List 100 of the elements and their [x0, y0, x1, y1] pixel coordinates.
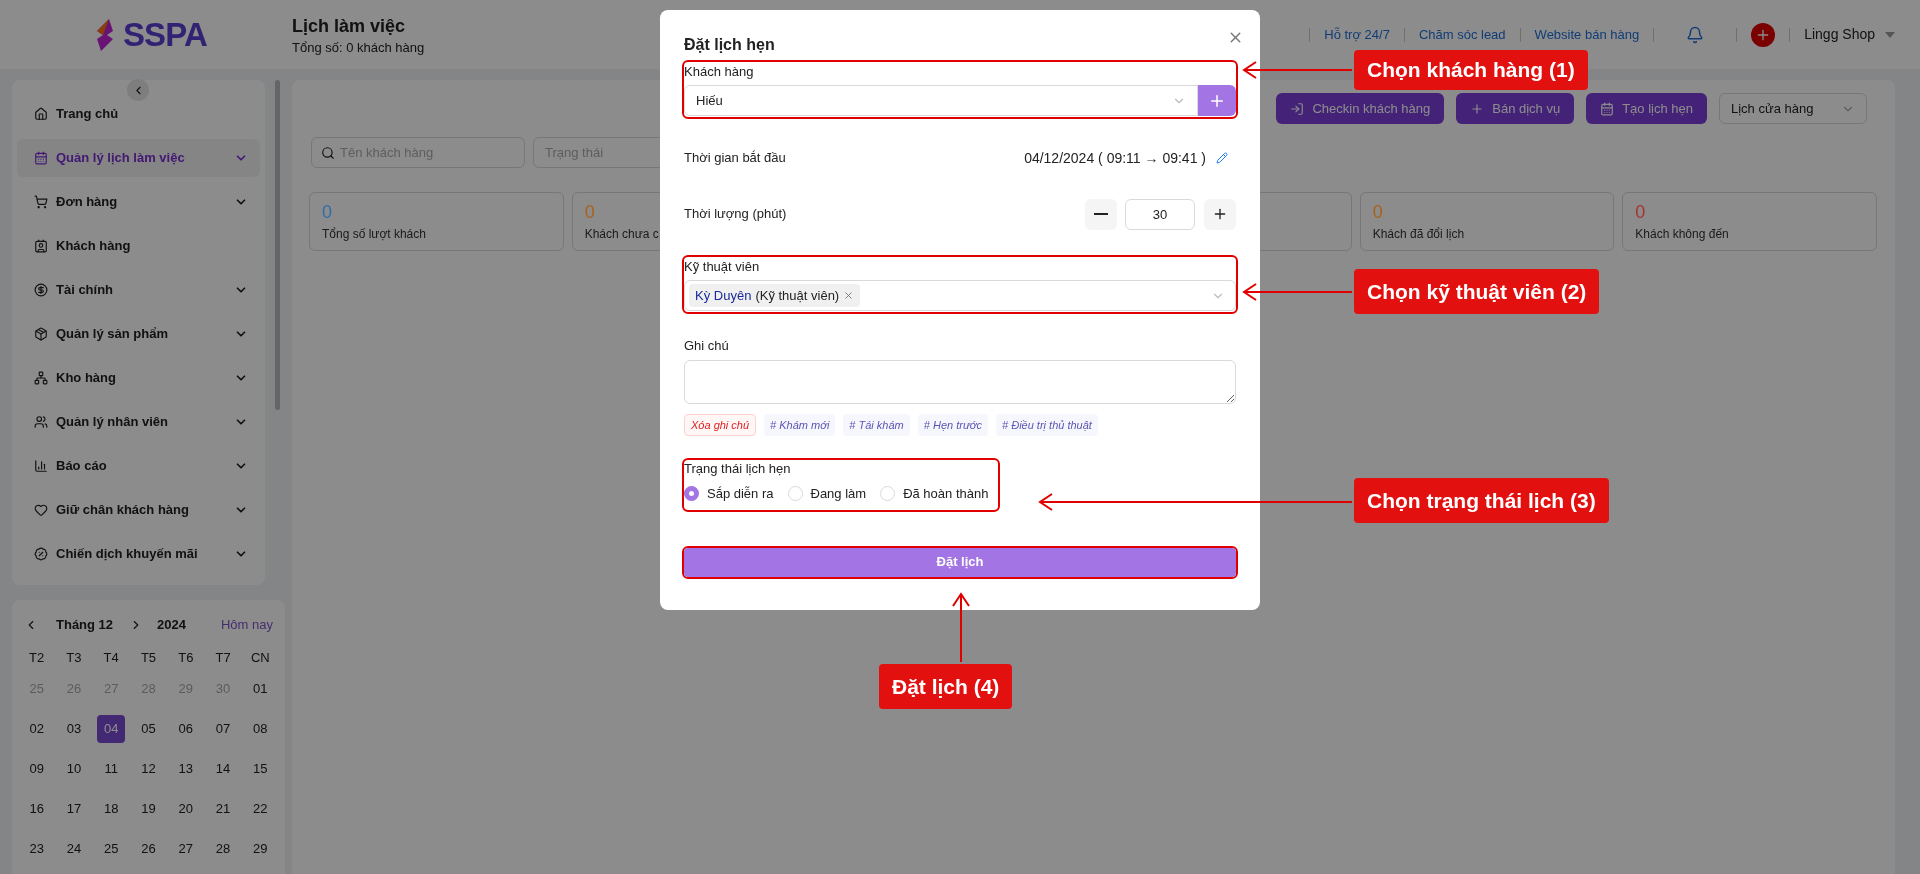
calendar-day[interactable]: 27 — [171, 835, 200, 863]
header-link[interactable]: Chăm sóc lead — [1418, 24, 1506, 45]
calendar-day[interactable]: 17 — [59, 795, 88, 823]
house-icon — [34, 107, 48, 121]
percent-badge-icon — [34, 547, 48, 561]
sidebar-item[interactable]: Đơn hàng — [17, 183, 260, 221]
add-button[interactable] — [1751, 22, 1776, 47]
field-label: Ghi chú — [684, 337, 730, 355]
weekday-label: T3 — [65, 649, 83, 667]
annotation-callout: Chọn trạng thái lịch (3) — [1354, 478, 1609, 523]
note-tag[interactable]: # Khám mới — [764, 414, 836, 436]
sidebar-item[interactable]: Giữ chân khách hàng — [17, 491, 260, 529]
page-title: Lịch làm việc — [292, 14, 407, 38]
status-radio[interactable]: Đang làm — [787, 484, 867, 504]
calendar-day[interactable]: 07 — [209, 715, 238, 743]
calendar-day[interactable]: 01 — [246, 675, 275, 703]
calendar-day[interactable]: 26 — [134, 835, 163, 863]
decrease-button[interactable] — [1085, 198, 1117, 230]
calendar-day[interactable]: 18 — [97, 795, 126, 823]
stat-value: 0 — [584, 201, 595, 224]
calendar-day[interactable]: 22 — [246, 795, 275, 823]
field-label: Trạng thái lịch hẹn — [684, 460, 792, 478]
weekday-label: CN — [249, 649, 271, 667]
view-select[interactable]: Lịch cửa hàng — [1719, 93, 1867, 124]
calendar-day[interactable]: 20 — [171, 795, 200, 823]
tag-role: (Kỹ thuật viên) — [755, 286, 840, 305]
plus-icon — [1212, 206, 1228, 222]
notification-bell-icon[interactable] — [1686, 25, 1705, 44]
calendar-day[interactable]: 11 — [97, 755, 126, 783]
calendar-day[interactable]: 08 — [246, 715, 275, 743]
calendar-day[interactable]: 09 — [22, 755, 51, 783]
dollar-icon — [34, 283, 48, 297]
calendar-day[interactable]: 12 — [134, 755, 163, 783]
collapse-button[interactable] — [127, 79, 149, 101]
weekday-label: T7 — [214, 649, 232, 667]
calendar-day[interactable]: 24 — [59, 835, 88, 863]
calendar-day[interactable]: 14 — [209, 755, 238, 783]
calendar-day[interactable]: 02 — [22, 715, 51, 743]
toolbar-button[interactable]: Tạo lịch hẹn — [1586, 93, 1707, 124]
annotation-callout: Chọn kỹ thuật viên (2) — [1354, 269, 1600, 314]
calendar-day[interactable]: 05 — [134, 715, 163, 743]
sidebar-item[interactable]: Chiến dịch khuyến mãi — [17, 535, 260, 573]
calendar-day[interactable]: 29 — [246, 835, 275, 863]
note-tag[interactable]: # Tái khám — [843, 414, 910, 436]
login-icon — [1290, 101, 1305, 116]
calendar-day[interactable]: 25 — [97, 835, 126, 863]
toolbar-button[interactable]: Bán dịch vụ — [1456, 93, 1575, 124]
calendar-day[interactable]: 16 — [22, 795, 51, 823]
note-tag[interactable]: # Điều trị thủ thuật — [996, 414, 1098, 436]
month-label: Tháng 12 — [56, 616, 114, 635]
hierarchy-icon — [34, 371, 48, 385]
add-customer-button[interactable] — [1198, 85, 1236, 116]
toolbar-button[interactable]: Checkin khách hàng — [1276, 93, 1445, 124]
increase-button[interactable] — [1204, 198, 1236, 230]
submit-button[interactable]: Đặt lịch — [684, 547, 1236, 577]
calendar-icon — [1600, 101, 1615, 116]
technician-select[interactable]: Kỳ Duyên (Kỹ thuật viên) — [684, 280, 1236, 311]
clear-note-button[interactable]: Xóa ghi chú — [684, 414, 757, 436]
calendar-day[interactable]: 04 — [97, 715, 126, 743]
duration-input[interactable]: 30 — [1125, 198, 1195, 230]
calendar-day[interactable]: 15 — [246, 755, 275, 783]
sidebar-item[interactable]: Tài chính — [17, 271, 260, 309]
calendar-day[interactable]: 03 — [59, 715, 88, 743]
sidebar-item[interactable]: Quản lý nhân viên — [17, 403, 260, 441]
logo-icon — [94, 18, 115, 51]
calendar-day[interactable]: 13 — [171, 755, 200, 783]
note-field[interactable] — [684, 360, 1236, 404]
tag-name: Kỳ Duyên — [695, 286, 752, 305]
stat-label: Khách chưa c — [584, 226, 660, 243]
header-link[interactable]: Website bán hàng — [1534, 24, 1640, 45]
calendar-day[interactable]: 06 — [171, 715, 200, 743]
account-menu[interactable]: Lingg Shop — [1804, 24, 1895, 45]
stat-value: 0 — [1372, 201, 1383, 224]
stat-value: 0 — [322, 201, 332, 224]
calendar-day[interactable]: 10 — [59, 755, 88, 783]
sidebar-item[interactable]: Quản lý lịch làm việc — [17, 139, 260, 177]
page-subtitle: Tổng số: 0 khách hàng — [292, 38, 425, 57]
sidebar-item[interactable]: Báo cáo — [17, 447, 260, 485]
status-radio[interactable]: Sắp diễn ra — [684, 484, 774, 504]
sidebar-item[interactable]: Trang chủ — [17, 95, 260, 133]
calendar-day[interactable]: 19 — [134, 795, 163, 823]
remove-icon[interactable] — [843, 290, 855, 301]
calendar-day[interactable]: 28 — [209, 835, 238, 863]
edit-icon[interactable] — [1216, 152, 1228, 164]
status-radio[interactable]: Đã hoàn thành — [880, 484, 989, 504]
stat-label: Khách đã đổi lịch — [1372, 226, 1466, 243]
today-link[interactable]: Hôm nay — [220, 615, 273, 635]
header-link[interactable]: Hỗ trợ 24/7 — [1324, 24, 1390, 45]
calendar-day[interactable]: 21 — [209, 795, 238, 823]
calendar-icon — [34, 151, 48, 165]
weekday-label: T4 — [102, 649, 120, 667]
sidebar-item[interactable]: Kho hàng — [17, 359, 260, 397]
sidebar-item[interactable]: Quản lý sản phẩm — [17, 315, 260, 353]
heart-icon — [34, 503, 48, 517]
note-tag[interactable]: # Hẹn trước — [917, 414, 988, 436]
sidebar-item[interactable]: Khách hàng — [17, 227, 260, 265]
customer-select[interactable]: Hiếu — [684, 85, 1198, 116]
weekday-label: T5 — [139, 649, 158, 667]
calendar-day[interactable]: 23 — [22, 835, 51, 863]
field-label: Khách hàng — [684, 63, 755, 81]
